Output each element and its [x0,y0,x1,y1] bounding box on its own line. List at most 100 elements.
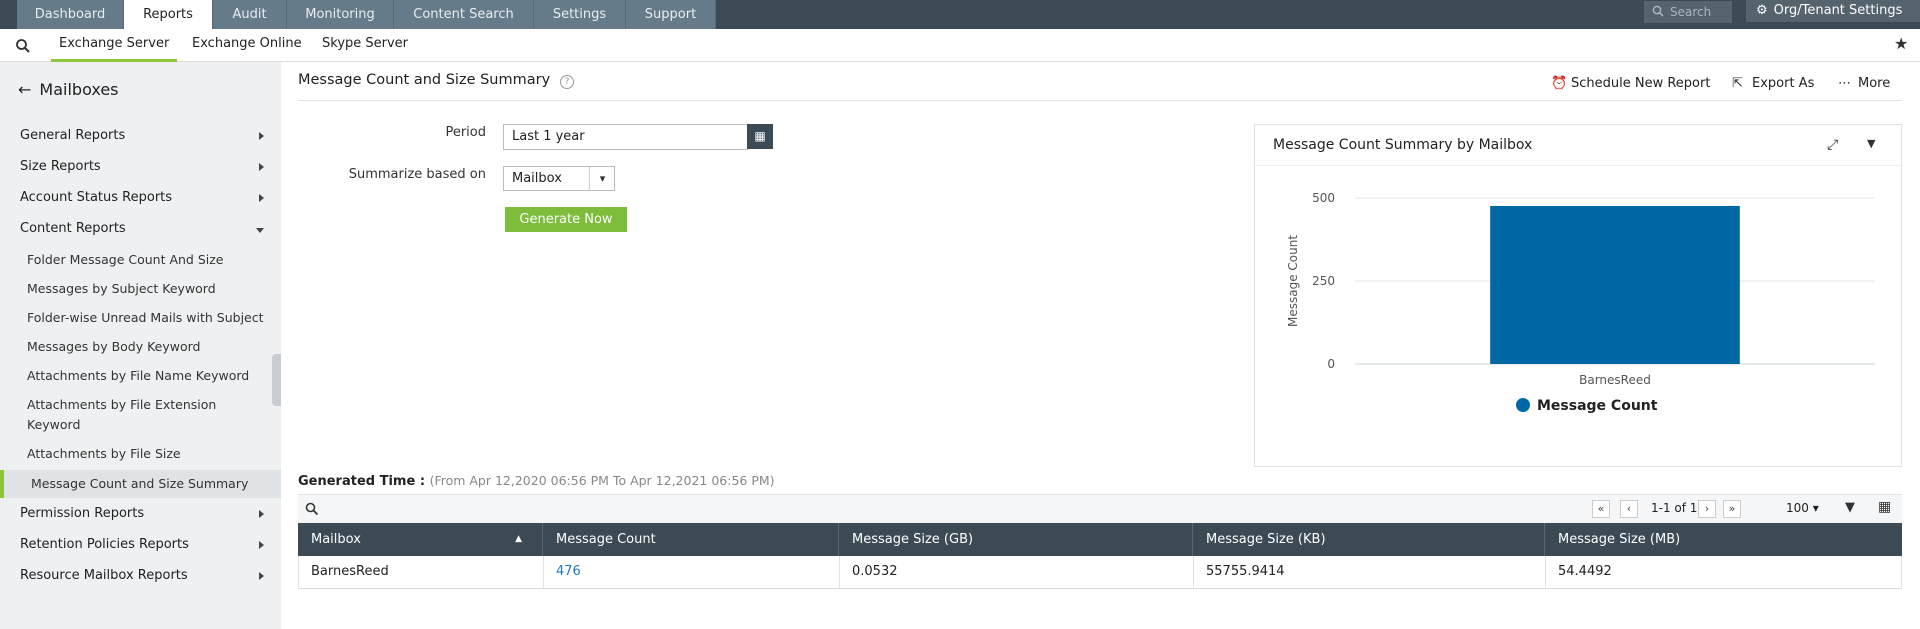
cell-mailbox: BarnesReed [299,556,544,588]
generated-time-label: Generated Time : [298,474,426,489]
more-label: More [1858,76,1891,91]
column-header-size-gb[interactable]: Message Size (GB) [839,523,1193,556]
generated-time: Generated Time : (From Apr 12,2020 06:56… [298,473,775,489]
column-header-label: Mailbox [311,532,361,547]
search-icon[interactable] [15,38,31,54]
more-icon: ⋯ [1838,76,1851,91]
filter-icon[interactable]: ▼ [1845,500,1855,515]
sidebar-group-account-status-reports[interactable]: Account Status Reports [20,190,270,205]
top-nav: Dashboard Reports Audit Monitoring Conte… [0,0,1920,29]
summarize-label: Summarize based on [348,167,486,182]
sidebar-group-permission-reports[interactable]: Permission Reports [20,506,270,521]
legend-marker [1516,398,1530,412]
column-header-message-count[interactable]: Message Count [543,523,839,556]
sidebar-group-label: Account Status Reports [20,190,173,205]
chart-panel: Message Count Summary by Mailbox ⤢ ▼ 0 25… [1254,124,1902,467]
column-settings-icon[interactable]: ▦ [1878,499,1891,515]
org-tenant-settings-button[interactable]: ⚙ Org/Tenant Settings [1746,0,1920,22]
sidebar-group-size-reports[interactable]: Size Reports [20,159,270,174]
last-page-icon[interactable]: » [1723,500,1741,518]
tab-dashboard[interactable]: Dashboard [17,0,124,29]
export-as-label: Export As [1752,76,1815,91]
column-header-size-mb[interactable]: Message Size (MB) [1545,523,1902,556]
sidebar-item-message-count-size-summary[interactable]: Message Count and Size Summary [0,470,281,498]
chevron-down-icon[interactable]: ▾ [589,167,615,191]
chart-options-dropdown-icon[interactable]: ▼ [1867,137,1875,150]
sidebar-item-messages-by-subject[interactable]: Messages by Subject Keyword [27,279,272,299]
sidebar-group-resource-mailbox-reports[interactable]: Resource Mailbox Reports [20,568,270,583]
sidebar-collapse-handle[interactable] [272,354,281,406]
legend-label: Message Count [1537,398,1658,414]
subtab-exchange-server[interactable]: Exchange Server [51,29,178,62]
subtab-exchange-online[interactable]: Exchange Online [192,29,302,62]
next-page-icon[interactable]: › [1698,500,1716,518]
chevron-right-icon [259,132,264,140]
search-icon[interactable] [305,502,319,516]
chevron-down-icon [256,228,264,233]
table-toolbar: « ‹ 1-1 of 1 › » 100 ▾ ▼ ▦ [298,494,1902,523]
tab-settings[interactable]: Settings [534,0,626,29]
cell-size-kb: 55755.9414 [1194,556,1546,588]
export-as-button[interactable]: ⇱ Export As [1732,76,1814,91]
search-input[interactable]: Search [1644,1,1732,23]
sidebar-item-attachments-by-file-name[interactable]: Attachments by File Name Keyword [27,366,272,386]
more-button[interactable]: ⋯ More [1838,76,1890,91]
first-page-icon[interactable]: « [1592,500,1610,518]
chevron-right-icon [259,194,264,202]
y-tick-label: 0 [1327,357,1335,371]
sidebar-group-retention-policies-reports[interactable]: Retention Policies Reports [20,537,270,552]
page-title: Message Count and Size Summary [298,72,551,88]
sidebar-group-label: Content Reports [20,221,126,236]
sort-ascending-icon: ▲ [515,534,522,544]
cell-size-mb: 54.4492 [1558,564,1612,579]
sidebar-header[interactable]: ← Mailboxes [18,80,119,99]
search-icon [1652,5,1664,17]
cell-message-count-link[interactable]: 476 [544,556,840,588]
back-arrow-icon[interactable]: ← [18,80,31,99]
expand-icon[interactable]: ⤢ [1827,137,1838,153]
period-label: Period [445,125,486,140]
generate-now-button[interactable]: Generate Now [505,207,627,232]
sidebar-group-label: General Reports [20,128,126,143]
prev-page-icon[interactable]: ‹ [1620,500,1638,518]
y-tick-label: 500 [1312,191,1335,205]
sidebar: ← Mailboxes General Reports Size Reports … [0,62,281,629]
star-icon[interactable]: ★ [1894,34,1908,53]
sidebar-group-label: Size Reports [20,159,101,174]
tab-content-search[interactable]: Content Search [394,0,534,29]
sidebar-item-folder-message-count[interactable]: Folder Message Count And Size [27,250,272,270]
sidebar-group-general-reports[interactable]: General Reports [20,128,270,143]
sidebar-item-attachments-by-file-size[interactable]: Attachments by File Size [27,444,272,464]
sidebar-group-label: Permission Reports [20,506,145,521]
calendar-icon[interactable]: ▦ [747,124,773,149]
search-placeholder: Search [1670,5,1712,19]
tab-monitoring[interactable]: Monitoring [287,0,394,29]
table-row: BarnesReed 476 0.0532 55755.9414 54.4492 [298,556,1902,589]
sidebar-item-attachments-by-file-extension[interactable]: Attachments by File Extension Keyword [27,395,237,435]
sidebar-group-label: Retention Policies Reports [20,537,189,552]
sidebar-item-folder-wise-unread[interactable]: Folder-wise Unread Mails with Subject [27,308,272,328]
schedule-report-button[interactable]: ⏰ Schedule New Report [1551,76,1710,91]
y-axis-label: Message Count [1286,235,1300,327]
bar [1490,205,1740,364]
sidebar-item-messages-by-body[interactable]: Messages by Body Keyword [27,337,272,357]
help-icon[interactable]: ? [560,75,574,89]
chart-title: Message Count Summary by Mailbox [1273,137,1533,153]
chart-svg: 0 250 500 Message Count BarnesReed Message Co… [1286,191,1875,414]
subtab-skype-server[interactable]: Skype Server [322,29,408,62]
tab-support[interactable]: Support [626,0,716,29]
page-size-select[interactable]: 100 ▾ [1786,501,1819,515]
sub-nav: Exchange Server Exchange Online Skype Se… [0,29,1920,62]
org-tenant-settings-label: Org/Tenant Settings [1773,3,1903,18]
period-field[interactable]: Last 1 year [503,124,748,150]
x-tick-label: BarnesReed [1579,373,1651,387]
sidebar-title: Mailboxes [39,80,119,99]
tab-reports[interactable]: Reports [124,0,213,29]
column-header-size-kb[interactable]: Message Size (KB) [1193,523,1545,556]
pagination-range: 1-1 of 1 [1651,501,1698,515]
sidebar-group-content-reports[interactable]: Content Reports [20,221,270,236]
tab-audit[interactable]: Audit [213,0,287,29]
sidebar-group-label: Resource Mailbox Reports [20,568,188,583]
table-header: Mailbox ▲ Message Count Message Size (GB… [298,523,1902,556]
column-header-mailbox[interactable]: Mailbox ▲ [298,523,543,556]
